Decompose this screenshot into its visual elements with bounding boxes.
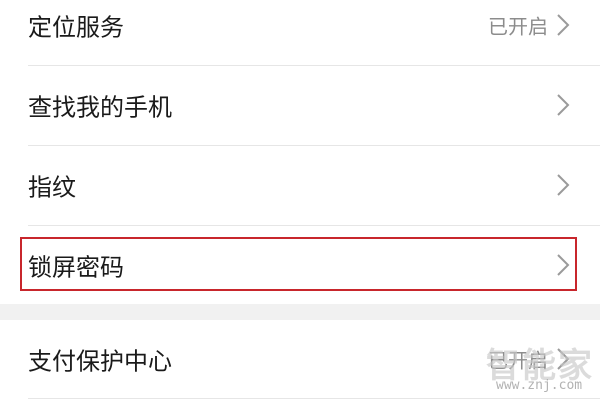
settings-row-find-my-phone[interactable]: 查找我的手机 [0, 66, 600, 144]
chevron-right-icon [557, 174, 570, 196]
settings-row-fingerprint[interactable]: 指纹 [0, 146, 600, 224]
row-status-value: 已开启 [488, 348, 548, 373]
row-label: 查找我的手机 [28, 93, 172, 122]
row-label: 支付保护中心 [28, 347, 172, 376]
chevron-right-icon [557, 254, 570, 276]
chevron-right-icon [557, 348, 570, 370]
chevron-right-icon [557, 14, 570, 36]
row-label: 锁屏密码 [28, 253, 124, 282]
chevron-right-icon [557, 94, 570, 116]
settings-row-payment-protection-center[interactable]: 支付保护中心 已开启 [0, 320, 600, 398]
row-divider [28, 398, 600, 399]
row-label: 定位服务 [28, 13, 124, 42]
row-label: 指纹 [28, 173, 76, 202]
section-gap [0, 304, 600, 320]
settings-screen: 定位服务 已开启 查找我的手机 指纹 锁屏密码 支付保护中心 已开启 智能家 w… [0, 0, 600, 400]
row-status-value: 已开启 [488, 14, 548, 39]
settings-row-lock-screen-password[interactable]: 锁屏密码 [0, 226, 600, 304]
settings-row-location-service[interactable]: 定位服务 已开启 [0, 0, 600, 64]
